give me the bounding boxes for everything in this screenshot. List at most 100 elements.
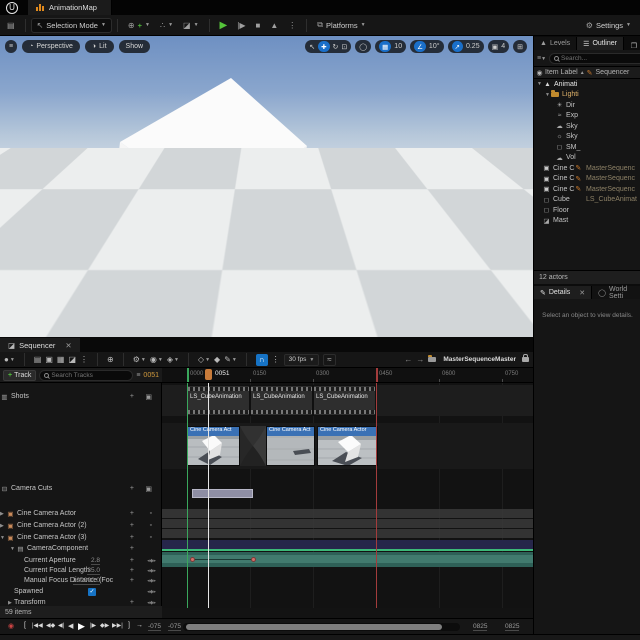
view-range-end-field[interactable]: 0825 xyxy=(505,623,519,631)
track-cine-camera-3[interactable]: ▼▣Cine Camera Actor (3)+▫ xyxy=(0,532,162,543)
fps-dropdown[interactable]: 30 fps▼ xyxy=(284,354,320,366)
timeline-scrollbar-thumb[interactable] xyxy=(186,624,442,630)
show-dropdown[interactable]: Show xyxy=(119,40,151,53)
visibility-eye-icon[interactable]: ◉ xyxy=(534,69,545,77)
track-camera-cuts[interactable]: ⊟Camera Cuts+▣ xyxy=(0,483,162,494)
camera-lock-icon[interactable]: ▫ xyxy=(150,510,152,517)
filter-icon[interactable]: ≡▼ xyxy=(537,55,546,62)
record-button[interactable]: ◉ xyxy=(8,622,14,630)
outliner-row[interactable]: ☁Sky xyxy=(534,121,640,132)
add-track-button[interactable]: +Track xyxy=(3,370,36,381)
keyframe-all-button[interactable]: ◆ xyxy=(214,355,220,364)
timeline-scrollbar[interactable] xyxy=(183,623,460,631)
track-spawned[interactable]: Spawned✓◂◆▸ xyxy=(0,586,162,597)
close-icon[interactable]: ✕ xyxy=(65,341,71,350)
camera-speed-control[interactable]: ▣4 xyxy=(488,40,510,53)
platforms-dropdown[interactable]: ⧉Platforms▼ xyxy=(312,18,370,33)
grid-snap-control[interactable]: ▦10 xyxy=(375,40,406,53)
back-button[interactable]: ← xyxy=(404,355,412,364)
viewport-menu-button[interactable]: ≡ xyxy=(5,40,17,53)
col-sequencer[interactable]: Sequencer xyxy=(596,69,630,76)
outliner-row-master[interactable]: ◪Mast xyxy=(534,216,640,227)
aperture-section[interactable] xyxy=(162,509,533,518)
settings-dropdown[interactable]: ⚙Settings▼ xyxy=(581,18,636,33)
track-manual-focus-distance[interactable]: Manual Focus Distance (Foc100000.0+◂◆▸ xyxy=(0,575,162,586)
add-key-button[interactable]: + xyxy=(130,567,134,574)
tab-outliner[interactable]: ☰Outliner xyxy=(577,37,624,50)
playhead-line[interactable] xyxy=(208,383,209,608)
outliner-search[interactable]: ▼ xyxy=(549,53,640,64)
cinematics-dropdown[interactable]: ◪▼ xyxy=(178,18,204,33)
working-range-end-field[interactable]: 0825 xyxy=(473,623,487,631)
lit-dropdown[interactable]: ◑Lit xyxy=(85,40,114,53)
set-end-button[interactable]: ] xyxy=(128,622,130,629)
outliner-row-camera[interactable]: ▣Cine C✎MasterSequenc xyxy=(534,163,640,174)
sequencer-tab[interactable]: ◪ Sequencer ✕ xyxy=(0,338,80,352)
browse-sequence-button[interactable]: ▣ xyxy=(45,355,53,364)
outliner-row[interactable]: ☁Vol xyxy=(534,153,640,164)
timeline-ruler[interactable]: 0000 0150 0300 0450 0600 0750 0051 xyxy=(162,368,533,383)
camera-cut-crossfade[interactable] xyxy=(240,426,266,466)
focus-distance-section[interactable] xyxy=(162,529,533,538)
keyframe[interactable] xyxy=(190,557,195,562)
world-dropdown[interactable]: ●▼ xyxy=(4,355,15,364)
add-button[interactable]: + xyxy=(130,534,134,541)
add-key-button[interactable]: + xyxy=(130,577,134,584)
camera-lock-icon[interactable]: ▣ xyxy=(145,485,152,493)
perspective-dropdown[interactable]: ◔Perspective xyxy=(22,40,80,53)
shot-clip-1[interactable]: LS_CubeAnimation xyxy=(187,385,250,416)
play-forward-button[interactable]: ▶ xyxy=(78,621,85,632)
camera-lock-icon[interactable]: ▫ xyxy=(150,522,152,529)
selection-mode-dropdown[interactable]: ↖ Selection Mode ▼ xyxy=(31,18,112,33)
outliner-row-folder[interactable]: ▼Lighti xyxy=(534,90,640,101)
key-nav[interactable]: ◂◆▸ xyxy=(147,568,156,574)
outliner-row-camera[interactable]: ▣Cine C✎MasterSequenc xyxy=(534,174,640,185)
outliner-row-cube[interactable]: ◻CubeLS_CubeAnimat xyxy=(534,195,640,206)
forward-button[interactable]: → xyxy=(416,355,424,364)
move-tool-icon[interactable]: ✚ xyxy=(318,41,329,52)
current-frame-field[interactable]: 0051 xyxy=(143,372,159,379)
close-icon[interactable]: ✕ xyxy=(579,289,585,297)
save-sequence-button[interactable]: ▤ xyxy=(34,355,42,364)
key-nav[interactable]: ◂◆▸ xyxy=(147,589,156,595)
view-range-start-field[interactable]: -075 xyxy=(148,623,161,631)
camera-lock-icon[interactable]: ▣ xyxy=(145,393,152,401)
shot-clip-3[interactable]: LS_CubeAnimation xyxy=(313,385,376,416)
prev-key-button[interactable]: ◀◆ xyxy=(46,622,55,629)
stop-button[interactable]: ■ xyxy=(250,18,265,33)
select-tool-icon[interactable]: ↖ xyxy=(309,43,315,51)
playhead-handle[interactable] xyxy=(205,369,212,380)
unreal-logo-icon[interactable]: U xyxy=(6,2,18,14)
track-shots[interactable]: ▥Shots+▣ xyxy=(0,391,162,402)
col-item-label[interactable]: Item Label xyxy=(545,69,578,76)
camera-cut-clip-3[interactable]: Cine Camera Actor xyxy=(317,426,378,466)
step-back-button[interactable]: ◀| xyxy=(58,622,64,629)
add-actor-button[interactable]: ⊕+▼ xyxy=(123,18,155,33)
add-button[interactable]: + xyxy=(130,510,134,517)
snap-toggle[interactable]: ∩ xyxy=(256,354,268,366)
track-search[interactable] xyxy=(39,370,133,381)
add-key-button[interactable]: + xyxy=(130,557,134,564)
add-button[interactable]: + xyxy=(130,522,134,529)
tab-world-settings[interactable]: ◯World Setti xyxy=(592,286,640,299)
camera-cut-clip-2[interactable]: Cine Camera Act xyxy=(266,426,315,466)
focal-value-field[interactable]: 35.0 xyxy=(87,567,100,575)
viewport[interactable]: ≡ ◔Perspective ◑Lit Show ↖ ✚ ↻ ⊡ ◯ ▦10 ∠… xyxy=(0,36,533,337)
tab-details[interactable]: ✎Details✕ xyxy=(534,286,592,299)
track-filter-icon[interactable]: ≡ xyxy=(136,372,140,379)
kebab-icon[interactable]: ⋮ xyxy=(80,355,88,364)
outliner-row[interactable]: ◻SM_ xyxy=(534,142,640,153)
next-key-button[interactable]: ◆▶ xyxy=(100,622,109,629)
view-options-dropdown[interactable]: ◉▼ xyxy=(150,355,163,364)
playback-start-marker[interactable] xyxy=(187,368,189,383)
working-range-start-field[interactable]: -075 xyxy=(168,623,181,631)
auto-key-dropdown[interactable]: ◇▼ xyxy=(198,355,210,364)
save-button[interactable]: ▤ xyxy=(2,18,20,33)
scale-snap-control[interactable]: ↗0.25 xyxy=(448,40,484,53)
outliner-search-input[interactable] xyxy=(561,55,640,62)
transform-section[interactable] xyxy=(162,552,533,567)
rotation-snap-control[interactable]: ∠10° xyxy=(410,40,443,53)
pencil-icon[interactable]: ✎ xyxy=(587,69,593,77)
outliner-row[interactable]: ≈Exp xyxy=(534,111,640,122)
shot-clip-2[interactable]: LS_CubeAnimation xyxy=(250,385,313,416)
